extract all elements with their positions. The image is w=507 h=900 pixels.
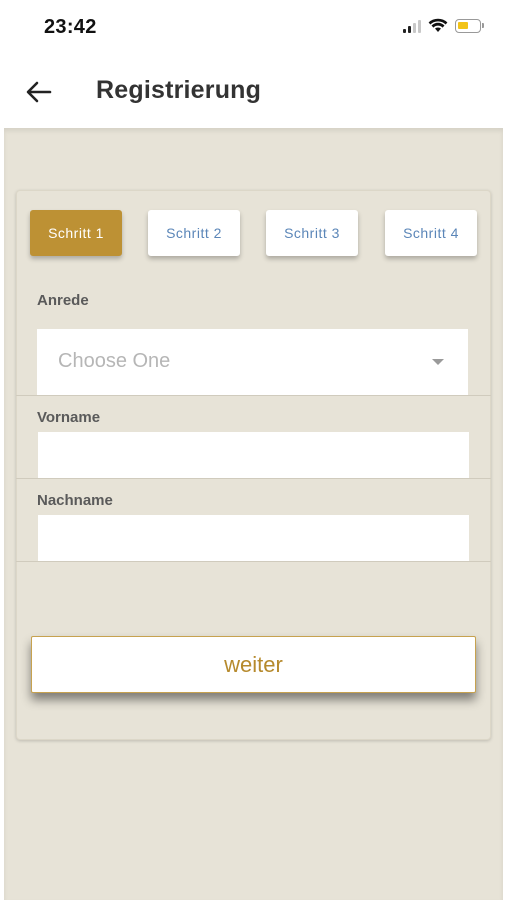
divider (16, 478, 491, 479)
status-icons (403, 18, 484, 33)
weiter-button[interactable]: weiter (31, 636, 476, 693)
status-bar: 23:42 (0, 0, 507, 56)
app-bar: Registrierung (0, 56, 507, 128)
status-time: 23:42 (44, 16, 97, 38)
vorname-field[interactable] (38, 432, 469, 478)
divider (16, 395, 491, 396)
divider (16, 561, 491, 562)
nachname-field[interactable] (38, 515, 469, 561)
page-title: Registrierung (96, 76, 262, 104)
chevron-down-icon (432, 359, 444, 365)
wifi-icon (428, 18, 448, 32)
nachname-label: Nachname (37, 492, 113, 509)
anrede-select-placeholder: Choose One (58, 350, 171, 372)
battery-icon (455, 18, 484, 33)
anrede-label: Anrede (37, 292, 89, 309)
step-tab-1[interactable]: Schritt 1 (30, 210, 122, 256)
step-tab-3[interactable]: Schritt 3 (266, 210, 358, 256)
anrede-select[interactable]: Choose One (37, 329, 468, 395)
signal-icon (403, 19, 421, 33)
step-tab-2[interactable]: Schritt 2 (148, 210, 240, 256)
step-tab-4[interactable]: Schritt 4 (385, 210, 477, 256)
arrow-left-icon[interactable] (24, 78, 54, 106)
vorname-label: Vorname (37, 409, 101, 426)
